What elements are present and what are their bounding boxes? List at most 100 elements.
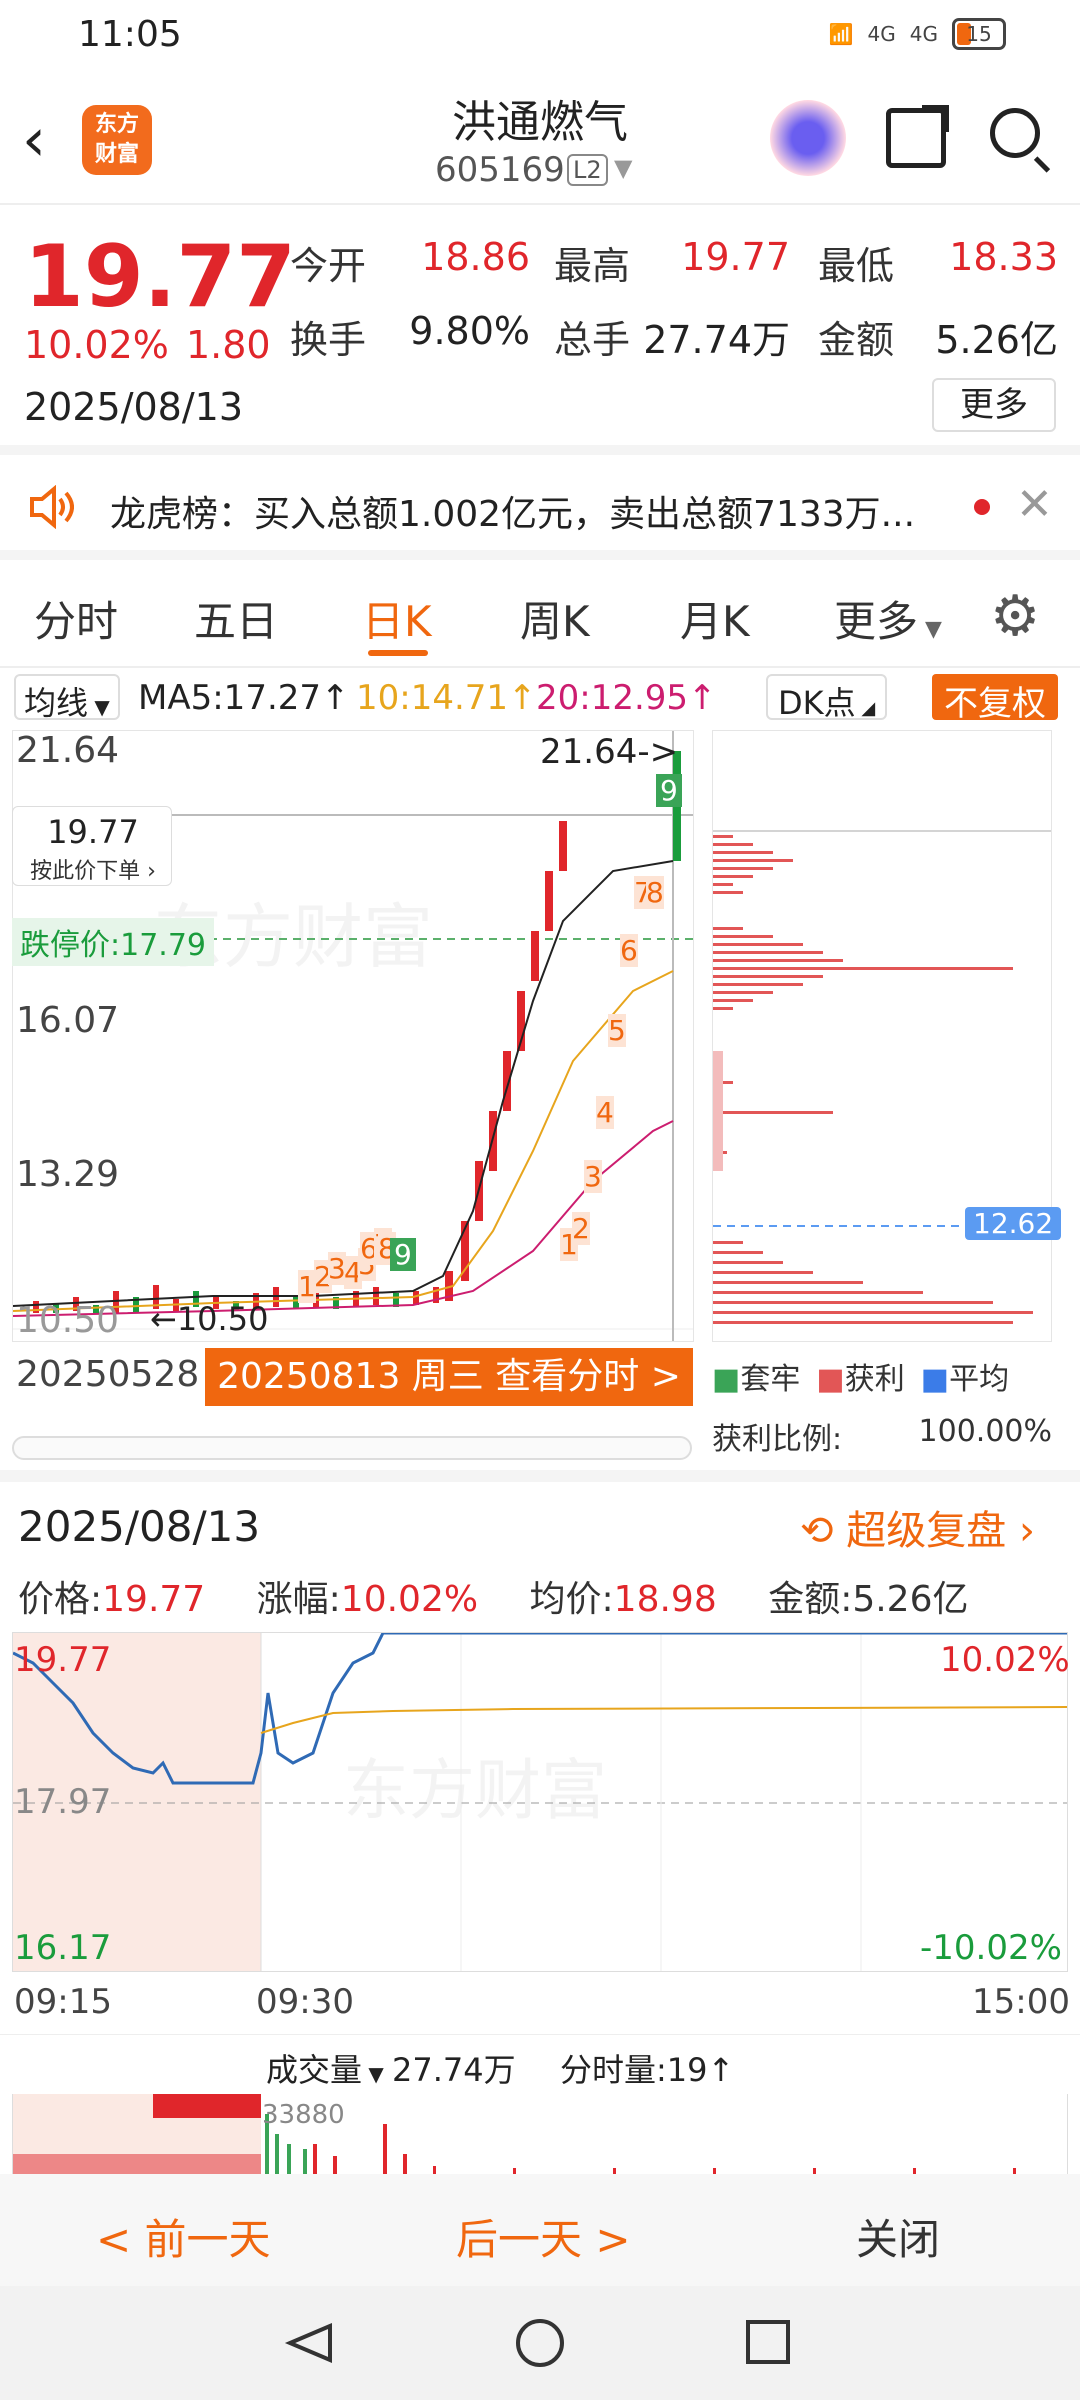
volume-label: 总手 bbox=[554, 318, 631, 362]
open-label: 今开 bbox=[290, 244, 367, 288]
tab-weekly-k[interactable]: 周K bbox=[520, 588, 590, 649]
notice-text[interactable]: 龙虎榜：买入总额1.002亿元，卖出总额7133万... bbox=[110, 485, 950, 537]
status-bar: 11:05 📶 4G 4G 15 bbox=[0, 0, 1080, 80]
intraday-chart[interactable]: 东方财富 bbox=[12, 1632, 1068, 1972]
tab-monthly-k[interactable]: 月K bbox=[680, 588, 750, 649]
tab-intraday[interactable]: 分时 bbox=[34, 588, 118, 649]
change-percent: 10.02% bbox=[24, 323, 169, 367]
svg-text:东方财富: 东方财富 bbox=[343, 1753, 607, 1827]
intraday-date: 2025/08/13 bbox=[18, 1502, 261, 1551]
seq-badge: 9 bbox=[656, 774, 682, 807]
time-label-930: 09:30 bbox=[256, 1982, 354, 2022]
tooltip-hint: 按此价下单 › bbox=[30, 859, 156, 884]
ma20-value: 20:12.95↑ bbox=[536, 678, 717, 718]
chart-toolbar: 均线 ▼ MA5:17.27↑ 10:14.71↑ 20:12.95↑ DK点 … bbox=[0, 668, 1080, 730]
volume-svg bbox=[13, 2094, 1016, 2174]
kline-y-label-2: 16.07 bbox=[16, 1000, 120, 1041]
avg-cost-label: 12.62 bbox=[965, 1207, 1062, 1240]
low-marker: ←10.50 bbox=[150, 1300, 269, 1338]
home-nav-icon[interactable] bbox=[516, 2319, 564, 2367]
tab-five-day[interactable]: 五日 bbox=[194, 588, 278, 649]
kline-range-slider[interactable] bbox=[12, 1436, 692, 1460]
chart-tabs: 分时 五日 日K 周K 月K 更多 ▼ ⚙ bbox=[0, 560, 1080, 668]
speaker-icon bbox=[30, 485, 74, 529]
seq-badge: 4 bbox=[596, 1096, 614, 1129]
super-review-button[interactable]: ⟲ 超级复盘 › bbox=[800, 1498, 1035, 1556]
tab-more[interactable]: 更多 ▼ bbox=[834, 588, 942, 649]
time-label-close: 15:00 bbox=[972, 1982, 1070, 2022]
close-icon[interactable]: ✕ bbox=[1016, 479, 1053, 530]
tooltip-price: 19.77 bbox=[47, 813, 139, 851]
prev-day-button[interactable]: < 前一天 bbox=[96, 2206, 271, 2267]
indicator-select[interactable]: 均线 ▼ bbox=[14, 674, 120, 722]
kline-y-label-bottom: 10.50 bbox=[16, 1300, 120, 1341]
quote-date: 2025/08/13 bbox=[24, 385, 244, 429]
high-value: 19.77 bbox=[681, 235, 790, 279]
intraday-y-bottom: 16.17 bbox=[14, 1928, 112, 1968]
recents-nav-icon[interactable] bbox=[746, 2320, 790, 2364]
kline-start-date: 20250528 bbox=[16, 1354, 200, 1395]
low-value: 18.33 bbox=[949, 235, 1058, 279]
intraday-pct-bottom: -10.02% bbox=[920, 1928, 1062, 1968]
high-marker: 21.64-> bbox=[540, 732, 679, 772]
wifi-icon: 📶 bbox=[828, 22, 854, 46]
view-intraday-button[interactable]: 20250813 周三 查看分时 > bbox=[205, 1348, 693, 1406]
chip-distribution-chart[interactable] bbox=[712, 730, 1052, 1342]
kline-y-label-top: 21.64 bbox=[16, 730, 120, 771]
back-nav-icon[interactable] bbox=[284, 2322, 332, 2364]
day-nav-bar: < 前一天 后一天 > 关闭 bbox=[0, 2174, 1080, 2286]
share-icon[interactable] bbox=[886, 105, 949, 168]
intraday-stats: 价格:19.77 涨幅:10.02% 均价:18.98 金额:5.26亿 bbox=[18, 1579, 969, 1620]
dk-point-select[interactable]: DK点 ◢ bbox=[766, 674, 888, 722]
intraday-pct-top: 10.02% bbox=[940, 1640, 1070, 1680]
battery-icon: 15 bbox=[952, 18, 1006, 50]
gear-icon[interactable]: ⚙ bbox=[990, 584, 1040, 649]
high-label: 最高 bbox=[554, 244, 631, 288]
legend-avg: ■平均 bbox=[920, 1362, 1010, 1397]
ai-assistant-icon[interactable] bbox=[770, 100, 846, 176]
clock: 11:05 bbox=[78, 14, 182, 55]
stock-code: 605169 bbox=[435, 150, 565, 190]
close-button[interactable]: 关闭 bbox=[856, 2206, 940, 2267]
legend-profit: ■获利 bbox=[816, 1362, 905, 1397]
amount-value: 5.26亿 bbox=[935, 318, 1058, 362]
turnover-value: 9.80% bbox=[409, 309, 530, 353]
price-tooltip[interactable]: 19.77 按此价下单 › bbox=[12, 806, 172, 886]
volume-total: 27.74万 bbox=[392, 2051, 516, 2089]
seq-badge: 9 bbox=[390, 1238, 416, 1271]
volume-select[interactable]: 成交量 ▼ bbox=[266, 2045, 384, 2091]
search-icon[interactable] bbox=[990, 108, 1040, 158]
seq-badge: 6 bbox=[620, 934, 638, 967]
caret-down-icon[interactable]: ▼ bbox=[614, 154, 632, 182]
more-button[interactable]: 更多 bbox=[932, 378, 1056, 432]
quote-panel: 19.77 10.02% 1.80 2025/08/13 今开 18.86 最高… bbox=[0, 205, 1080, 455]
current-price: 19.77 bbox=[24, 227, 297, 327]
turnover-label: 换手 bbox=[290, 318, 367, 362]
unread-dot bbox=[974, 499, 990, 515]
system-nav-bar bbox=[0, 2286, 1080, 2400]
seq-badge: 5 bbox=[608, 1014, 626, 1047]
adjust-toggle[interactable]: 不复权 bbox=[932, 674, 1058, 724]
volume-peak: 33880 bbox=[262, 2100, 345, 2130]
chip-svg bbox=[713, 830, 1051, 1324]
limit-down-label: 跌停价:17.79 bbox=[12, 918, 214, 966]
amount-label: 金额 bbox=[818, 318, 895, 362]
signal-icon-2: 4G bbox=[909, 22, 938, 46]
intraday-y-mid: 17.97 bbox=[14, 1782, 112, 1822]
volume-chart[interactable] bbox=[12, 2094, 1068, 2174]
profit-ratio: 获利比例: 100.00% bbox=[712, 1414, 1052, 1457]
next-day-button[interactable]: 后一天 > bbox=[456, 2206, 631, 2267]
ma5-value: MA5:17.27↑ bbox=[138, 678, 350, 718]
app-header: ‹ 东方 财富 洪通燃气 605169 L2 ▼ bbox=[0, 80, 1080, 205]
tab-daily-k[interactable]: 日K bbox=[362, 588, 432, 649]
time-label-open: 09:15 bbox=[14, 1982, 112, 2022]
level2-badge[interactable]: L2 bbox=[567, 154, 608, 186]
change-amount: 1.80 bbox=[186, 323, 271, 367]
seq-badge: 3 bbox=[584, 1160, 602, 1193]
notice-bar[interactable]: 龙虎榜：买入总额1.002亿元，卖出总额7133万... ✕ bbox=[0, 455, 1080, 560]
ma10-value: 10:14.71↑ bbox=[356, 678, 537, 718]
volume-toolbar: 成交量 ▼ 27.74万 分时量:19↑ bbox=[0, 2034, 1080, 2094]
intraday-svg: 东方财富 bbox=[13, 1633, 1067, 1971]
low-label: 最低 bbox=[818, 244, 895, 288]
volume-value: 27.74万 bbox=[643, 318, 790, 362]
